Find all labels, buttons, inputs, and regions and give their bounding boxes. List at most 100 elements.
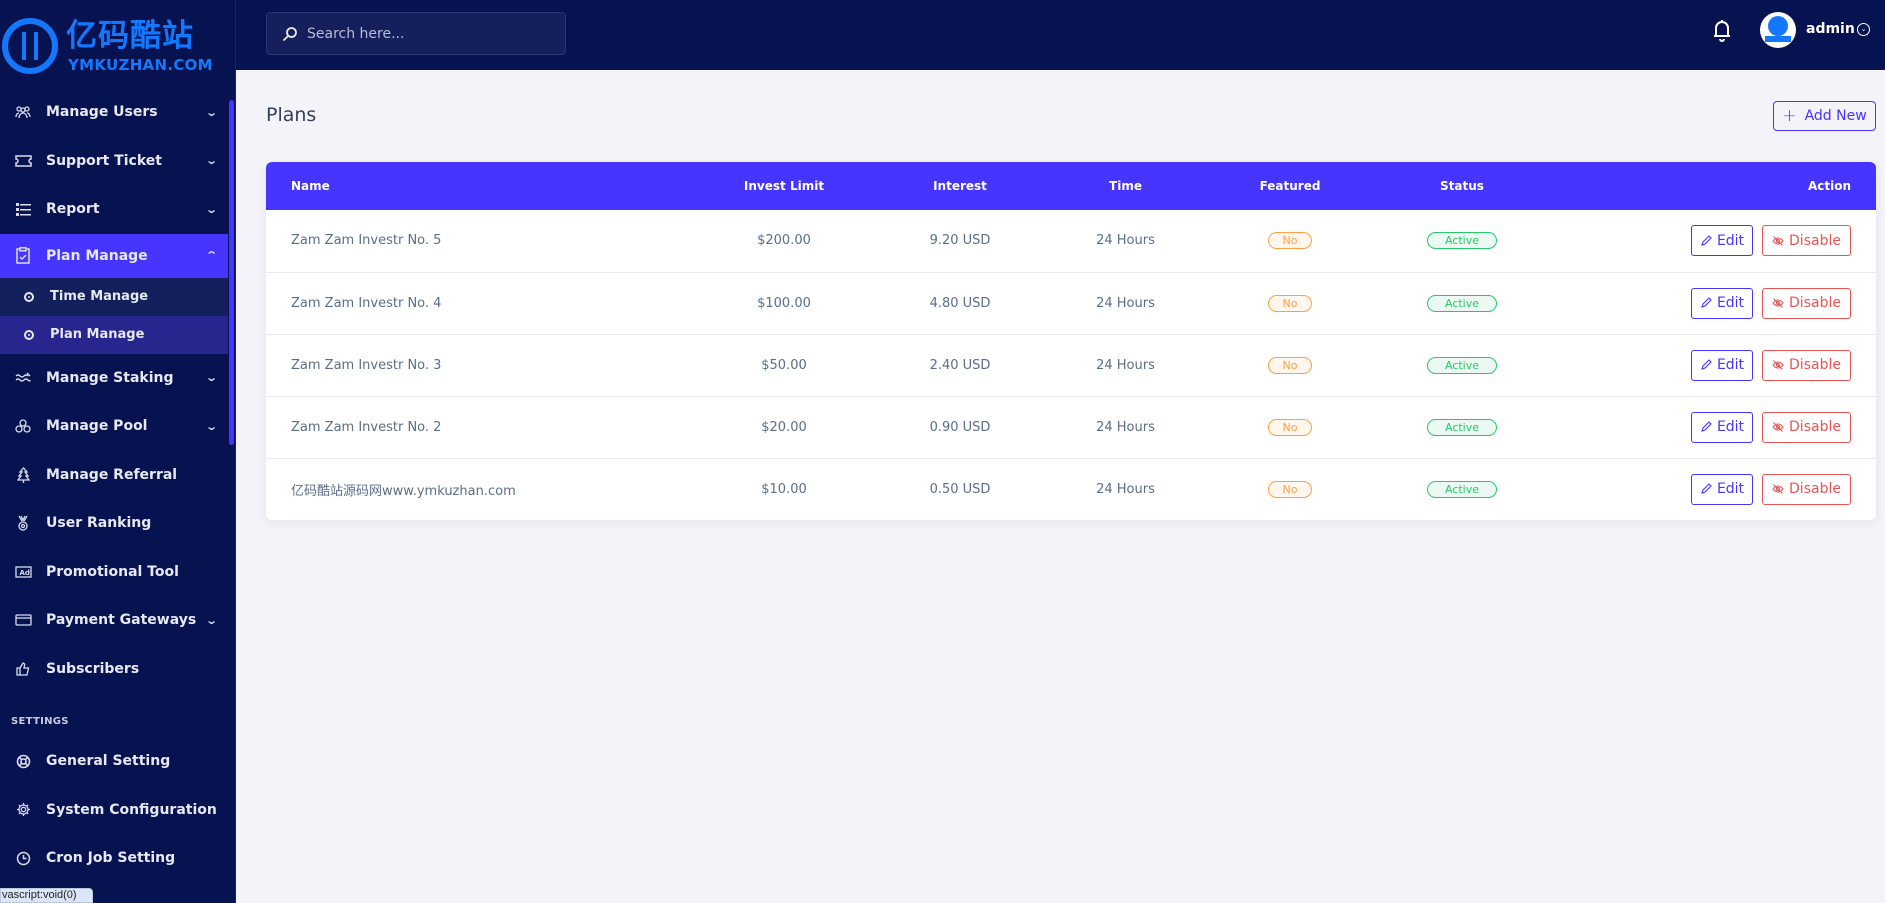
status-badge: Active xyxy=(1426,480,1498,498)
sidebar-item-label: Report xyxy=(46,201,100,218)
sidebar-item-manage-staking[interactable]: Manage Staking ⌄ xyxy=(0,354,228,403)
plan-name: Zam Zam Investr No. 2 xyxy=(291,419,442,435)
sidebar-item-manage-pool[interactable]: Manage Pool ⌄ xyxy=(0,402,228,451)
featured-badge: No xyxy=(1267,480,1313,498)
sidebar-item-label: Manage Staking xyxy=(46,369,174,386)
add-new-button[interactable]: + Add New xyxy=(1773,101,1876,131)
user-dropdown-chevron-icon[interactable]: ⌄ xyxy=(1857,23,1870,36)
status-badge: Active xyxy=(1426,294,1498,312)
chevron-down-icon: ⌄ xyxy=(204,613,218,627)
sidebar-subitem-time-manage[interactable]: Time Manage xyxy=(0,277,228,316)
edit-button[interactable]: Edit xyxy=(1691,225,1753,257)
search-input[interactable] xyxy=(307,13,557,54)
username[interactable]: admin xyxy=(1806,21,1855,37)
chevron-down-icon: ⌄ xyxy=(204,202,218,216)
edit-button[interactable]: Edit xyxy=(1691,473,1753,505)
sidebar-item-support-ticket[interactable]: Support Ticket ⌄ xyxy=(0,137,228,186)
plan-name: Zam Zam Investr No. 4 xyxy=(291,295,442,311)
cubes-icon xyxy=(14,417,32,435)
plan-time: 24 Hours xyxy=(1096,419,1155,435)
plan-time: 24 Hours xyxy=(1096,481,1155,497)
sidebar-item-label: Plan Manage xyxy=(46,247,148,264)
sidebar: 亿码酷站 YMKUZHAN.COM Manage Users ⌄ Support… xyxy=(0,0,236,903)
logo[interactable]: 亿码酷站 YMKUZHAN.COM xyxy=(0,14,235,80)
sidebar-item-manage-referral[interactable]: Manage Referral xyxy=(0,451,228,500)
disable-button[interactable]: Disable xyxy=(1762,473,1851,505)
sidebar-item-label: Payment Gateways xyxy=(46,612,197,629)
plan-name: 亿码酷站源码网www.ymkuzhan.com xyxy=(291,483,516,499)
disable-label: Disable xyxy=(1789,481,1841,498)
search-box[interactable] xyxy=(266,12,566,55)
gear-icon xyxy=(14,801,32,819)
sidebar-subitem-plan-manage[interactable]: Plan Manage xyxy=(0,315,228,354)
list-icon xyxy=(14,200,32,218)
svg-text:Ad: Ad xyxy=(19,569,29,577)
action-cell: Edit Disable xyxy=(1582,458,1876,520)
table-row: Zam Zam Investr No. 3 $50.00 2.40 USD 24… xyxy=(266,334,1876,396)
plan-time: 24 Hours xyxy=(1096,295,1155,311)
avatar-logo-text xyxy=(1765,36,1791,42)
sidebar-item-label: User Ranking xyxy=(46,515,152,532)
plan-interest: 0.90 USD xyxy=(929,419,991,435)
sidebar-item-report[interactable]: Report ⌄ xyxy=(0,185,228,234)
disable-button[interactable]: Disable xyxy=(1762,287,1851,319)
disable-button[interactable]: Disable xyxy=(1762,349,1851,381)
status-cell: Active xyxy=(1342,396,1582,458)
edit-label: Edit xyxy=(1716,481,1745,498)
sidebar-scrollbar[interactable] xyxy=(229,100,234,445)
edit-label: Edit xyxy=(1716,357,1745,373)
sidebar-item-system-configuration[interactable]: System Configuration xyxy=(0,786,228,835)
water-icon xyxy=(14,369,32,387)
plan-invest-limit: $10.00 xyxy=(761,481,807,497)
plan-time: 24 Hours xyxy=(1096,357,1155,373)
disable-button[interactable]: Disable xyxy=(1762,225,1851,257)
sidebar-item-user-ranking[interactable]: User Ranking xyxy=(0,499,228,548)
logo-mark-icon xyxy=(2,18,58,74)
disable-label: Disable xyxy=(1789,232,1841,249)
sidebar-item-subscribers[interactable]: Subscribers xyxy=(0,645,228,694)
status-cell: Active xyxy=(1342,458,1582,520)
column-header-time: Time xyxy=(1109,179,1142,193)
sidebar-item-general-setting[interactable]: General Setting xyxy=(0,737,228,786)
circle-dot-icon xyxy=(24,291,34,302)
edit-label: Edit xyxy=(1716,232,1745,249)
sidebar-item-label: Manage Users xyxy=(46,104,158,121)
status-badge: Active xyxy=(1426,418,1498,436)
disable-label: Disable xyxy=(1789,419,1841,435)
edit-button[interactable]: Edit xyxy=(1691,287,1753,319)
action-cell: Edit Disable xyxy=(1582,210,1876,272)
sidebar-item-plan-manage[interactable]: Plan Manage ⌃ xyxy=(0,233,228,278)
featured-badge: No xyxy=(1267,232,1313,250)
users-icon xyxy=(14,103,32,121)
sidebar-item-label: Subscribers xyxy=(46,660,140,677)
disable-button[interactable]: Disable xyxy=(1762,411,1851,443)
sidebar-item-cron-job-setting[interactable]: Cron Job Setting xyxy=(0,834,228,883)
eye-slash-icon xyxy=(1772,484,1784,495)
featured-cell: No xyxy=(1238,458,1342,520)
status-cell: Active xyxy=(1342,334,1582,396)
table-row: Zam Zam Investr No. 5 $200.00 9.20 USD 2… xyxy=(266,210,1876,272)
eye-slash-icon xyxy=(1772,422,1784,432)
ticket-icon xyxy=(14,152,32,170)
plan-interest: 0.50 USD xyxy=(929,481,991,497)
featured-cell: No xyxy=(1238,210,1342,272)
sidebar-item-promotional-tool[interactable]: Ad Promotional Tool xyxy=(0,548,228,597)
featured-cell: No xyxy=(1238,396,1342,458)
plan-interest: 2.40 USD xyxy=(929,357,991,373)
sidebar-item-payment-gateways[interactable]: Payment Gateways ⌄ xyxy=(0,596,228,645)
pencil-icon xyxy=(1701,483,1712,495)
ad-icon: Ad xyxy=(14,563,32,581)
sidebar-item-manage-users[interactable]: Manage Users ⌄ xyxy=(0,88,228,137)
edit-button[interactable]: Edit xyxy=(1691,349,1753,381)
plan-interest: 4.80 USD xyxy=(929,295,991,311)
sidebar-item-label: System Configuration xyxy=(46,801,217,818)
avatar[interactable] xyxy=(1760,12,1796,48)
page-title: Plans xyxy=(266,104,317,126)
edit-button[interactable]: Edit xyxy=(1691,411,1753,443)
action-cell: Edit Disable xyxy=(1582,334,1876,396)
status-badge: Active xyxy=(1426,356,1498,374)
sidebar-item-label: Promotional Tool xyxy=(46,563,179,580)
clock-icon xyxy=(14,849,32,867)
bell-icon[interactable] xyxy=(1712,18,1732,42)
plan-invest-limit: $100.00 xyxy=(757,295,811,311)
